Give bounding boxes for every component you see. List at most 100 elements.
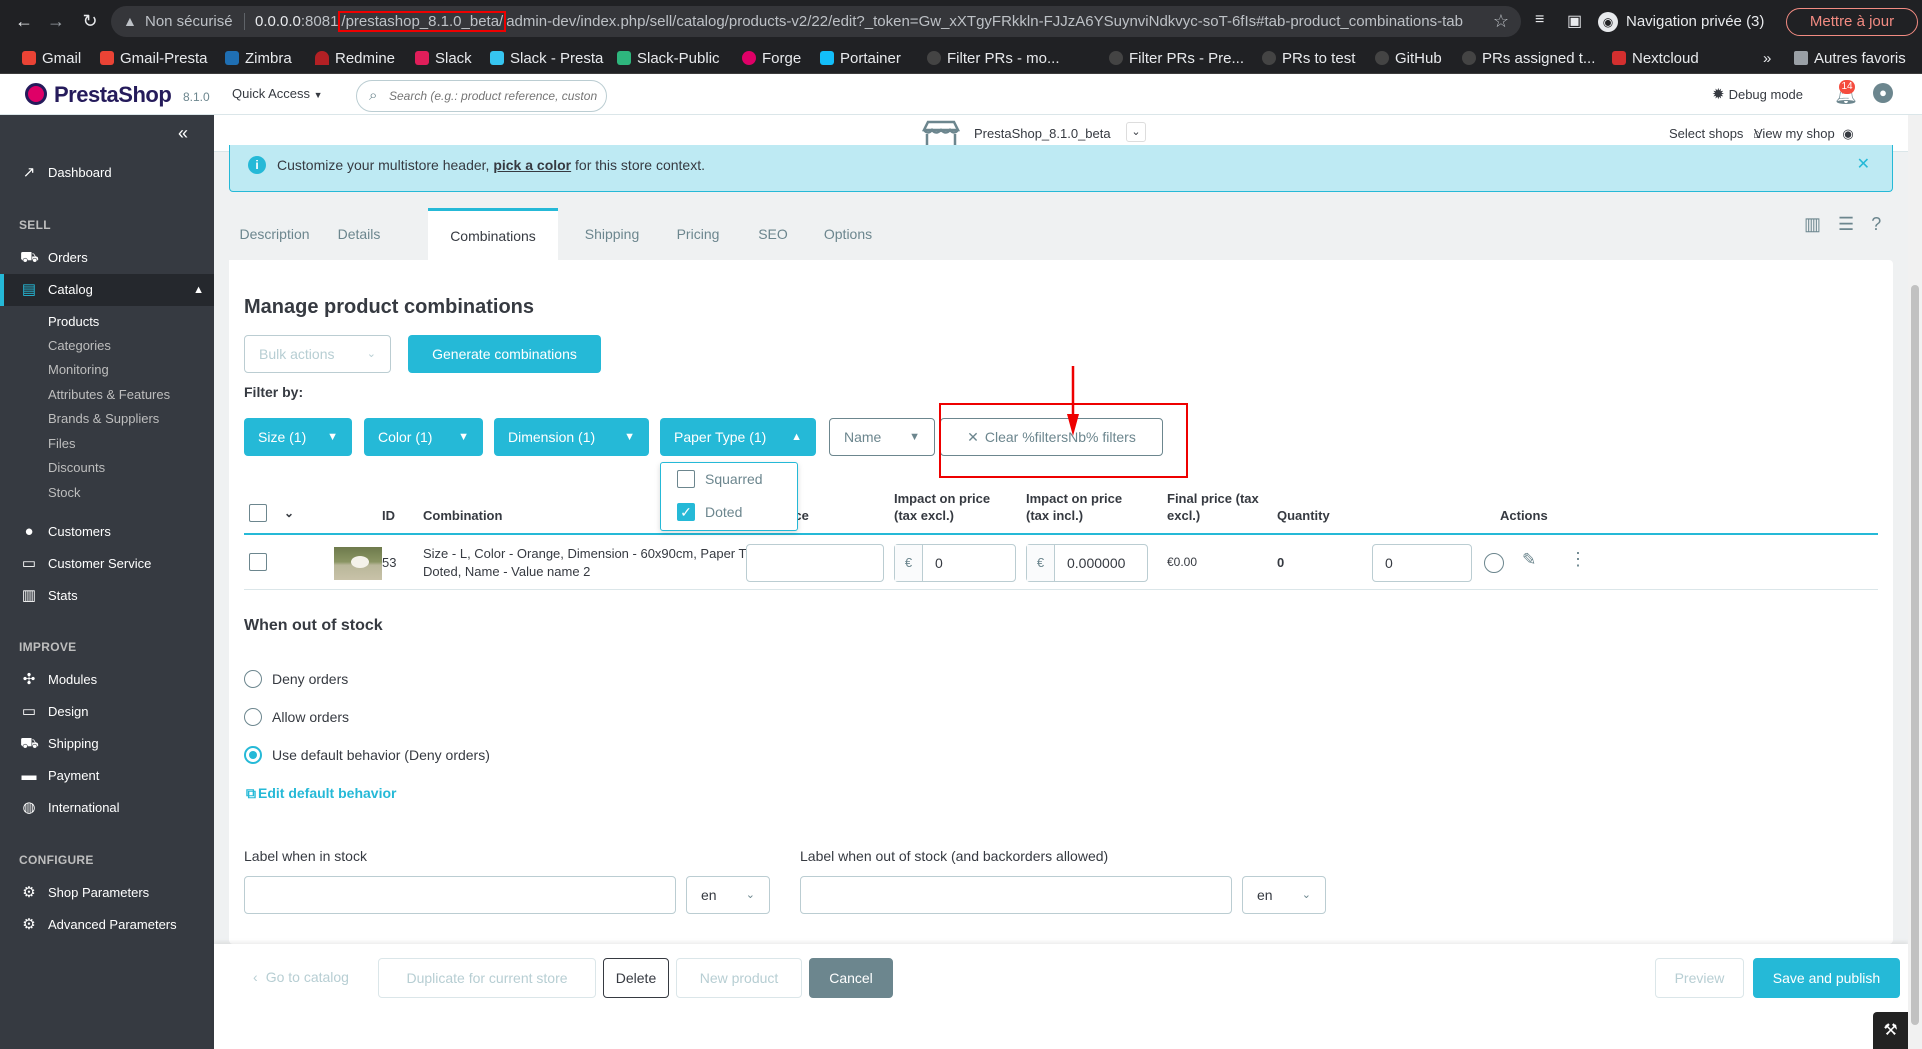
tab-description[interactable]: Description: [229, 208, 320, 260]
search-icon[interactable]: ⌕: [369, 87, 377, 104]
edit-icon[interactable]: ✎: [1522, 550, 1536, 570]
sidebar-item-orders[interactable]: ⛟ Orders: [0, 243, 214, 273]
side-panel-icon[interactable]: ▣: [1567, 11, 1582, 31]
incognito-indicator[interactable]: ◉ Navigation privée (3): [1598, 9, 1764, 35]
brand-name[interactable]: PrestaShop: [54, 82, 172, 108]
other-bookmarks[interactable]: Autres favoris: [1792, 43, 1906, 74]
bookmark-filter-prs-mo[interactable]: Filter PRs - mo...: [925, 43, 1060, 74]
view-my-shop-link[interactable]: View my shop ◉: [1754, 126, 1854, 142]
more-options-icon[interactable]: ⋮: [1569, 549, 1587, 570]
debug-mode[interactable]: ✹ Debug mode: [1712, 85, 1803, 103]
list-icon[interactable]: ☰: [1838, 214, 1854, 234]
filter-paper-type[interactable]: Paper Type (1) ▲: [660, 418, 816, 456]
new-product-button[interactable]: New product: [676, 958, 802, 998]
bulk-actions-button[interactable]: Bulk actions ⌄: [244, 335, 391, 373]
default-combination-radio[interactable]: [1484, 553, 1504, 573]
label-in-stock-input[interactable]: [244, 876, 676, 914]
help-icon[interactable]: ?: [1871, 214, 1881, 234]
bookmark-slack[interactable]: Slack: [413, 43, 472, 74]
sidebar-item-international[interactable]: ◍ International: [0, 793, 214, 823]
close-icon[interactable]: ✕: [1857, 154, 1870, 174]
bookmarks-more[interactable]: »: [1757, 43, 1771, 74]
filter-dimension[interactable]: Dimension (1) ▼: [494, 418, 649, 456]
paper-type-option-squarred[interactable]: Squarred: [677, 468, 763, 490]
sidebar-sub-stock[interactable]: Stock: [48, 485, 81, 500]
filter-name[interactable]: Name ▼: [829, 418, 935, 456]
sidebar-item-modules[interactable]: ✣ Modules: [0, 665, 214, 695]
chevron-down-icon[interactable]: ⌄: [1126, 122, 1146, 142]
sidebar-item-catalog[interactable]: ▤ Catalog ▲: [0, 274, 214, 306]
page-scrollbar[interactable]: [1908, 115, 1922, 1049]
generate-combinations-button[interactable]: Generate combinations: [408, 335, 601, 373]
bookmark-gmail-presta[interactable]: Gmail-Presta: [98, 43, 208, 74]
bookmark-prs-assigned[interactable]: PRs assigned t...: [1460, 43, 1595, 74]
sidebar-sub-brands[interactable]: Brands & Suppliers: [48, 411, 159, 426]
bookmark-slack-public[interactable]: Slack-Public: [615, 43, 720, 74]
sidebar-item-dashboard[interactable]: ↗ Dashboard: [0, 158, 214, 188]
language-select[interactable]: en ⌄: [1242, 876, 1326, 914]
impact-excl-input[interactable]: €0: [894, 544, 1016, 582]
label-out-stock-input[interactable]: [800, 876, 1232, 914]
bookmark-redmine[interactable]: Redmine: [313, 43, 395, 74]
update-button[interactable]: Mettre à jour: [1786, 8, 1918, 36]
preview-button[interactable]: Preview: [1655, 958, 1744, 998]
stats-icon[interactable]: ▥: [1804, 214, 1821, 234]
chevron-down-icon[interactable]: ⌄: [284, 505, 294, 522]
bookmark-prs-to-test[interactable]: PRs to test: [1260, 43, 1355, 74]
option-checkbox-checked[interactable]: ✓: [677, 503, 695, 521]
radio-circle[interactable]: [244, 708, 262, 726]
sidebar-item-stats[interactable]: ▥ Stats: [0, 581, 214, 611]
bookmark-forge[interactable]: Forge: [740, 43, 801, 74]
sidebar-sub-categories[interactable]: Categories: [48, 338, 111, 353]
quick-access-dropdown[interactable]: Quick Access ▼: [232, 86, 323, 101]
select-shops-link[interactable]: Select shops ⌂: [1669, 126, 1761, 141]
radio-allow-orders[interactable]: Allow orders: [244, 706, 349, 728]
bookmark-nextcloud[interactable]: Nextcloud: [1610, 43, 1699, 74]
radio-deny-orders[interactable]: Deny orders: [244, 668, 348, 690]
bookmark-zimbra[interactable]: Zimbra: [223, 43, 292, 74]
impact-incl-input[interactable]: €0.000000: [1026, 544, 1148, 582]
sidebar-item-customers[interactable]: ● Customers: [0, 517, 214, 547]
radio-default-behavior[interactable]: Use default behavior (Deny orders): [244, 744, 490, 766]
address-bar[interactable]: ▲ Non sécurisé 0.0.0.0:8081/prestashop_8…: [111, 6, 1521, 37]
paper-type-option-doted[interactable]: ✓ Doted: [677, 501, 742, 523]
user-avatar-icon[interactable]: ●: [1873, 83, 1893, 103]
bookmark-slack-presta[interactable]: Slack - Presta: [488, 43, 603, 74]
cancel-button[interactable]: Cancel: [809, 958, 893, 998]
tab-pricing[interactable]: Pricing: [660, 208, 736, 260]
tab-shipping[interactable]: Shipping: [572, 208, 652, 260]
collapse-sidebar-icon[interactable]: «: [178, 123, 188, 144]
filter-color[interactable]: Color (1) ▼: [364, 418, 483, 456]
duplicate-button[interactable]: Duplicate for current store: [378, 958, 596, 998]
row-checkbox[interactable]: [249, 553, 267, 571]
reload-icon[interactable]: ↻: [78, 9, 102, 33]
sidebar-sub-discounts[interactable]: Discounts: [48, 460, 105, 475]
edit-default-behavior-link[interactable]: ⧉ Edit default behavior: [246, 785, 396, 802]
bookmark-github[interactable]: GitHub: [1373, 43, 1442, 74]
save-and-publish-button[interactable]: Save and publish: [1753, 958, 1900, 998]
sidebar-item-advanced-parameters[interactable]: ⚙ Advanced Parameters: [0, 910, 214, 940]
sidebar-item-design[interactable]: ▭ Design: [0, 697, 214, 727]
sidebar-item-shipping[interactable]: ⛟ Shipping: [0, 729, 214, 759]
filter-size[interactable]: Size (1) ▼: [244, 418, 352, 456]
option-checkbox[interactable]: [677, 470, 695, 488]
sidebar-item-shop-parameters[interactable]: ⚙ Shop Parameters: [0, 878, 214, 908]
reference-input[interactable]: [746, 544, 884, 582]
language-select[interactable]: en ⌄: [686, 876, 770, 914]
quantity-input[interactable]: 0: [1372, 544, 1472, 582]
bookmark-gmail[interactable]: Gmail: [20, 43, 81, 74]
radio-circle[interactable]: [244, 670, 262, 688]
sidebar-sub-attributes[interactable]: Attributes & Features: [48, 387, 170, 402]
sidebar-sub-files[interactable]: Files: [48, 436, 75, 451]
tab-seo[interactable]: SEO: [744, 208, 802, 260]
forward-icon[interactable]: →: [44, 9, 68, 33]
tab-options[interactable]: Options: [812, 208, 884, 260]
star-icon[interactable]: ☆: [1493, 6, 1509, 37]
sidebar-sub-products[interactable]: Products: [48, 314, 99, 329]
symfony-toolbar-icon[interactable]: ⚒: [1873, 1012, 1908, 1049]
radio-circle-selected[interactable]: [244, 746, 262, 764]
pick-color-link[interactable]: pick a color: [493, 157, 571, 173]
select-all-checkbox[interactable]: [249, 504, 267, 522]
sidebar-sub-monitoring[interactable]: Monitoring: [48, 362, 109, 377]
tab-combinations[interactable]: Combinations: [428, 208, 558, 260]
